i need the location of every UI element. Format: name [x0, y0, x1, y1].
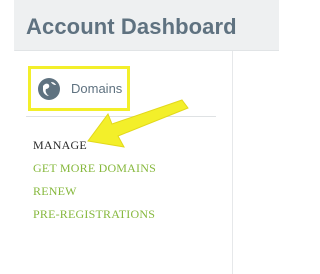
menu-item-pre-registrations[interactable]: PRE-REGISTRATIONS: [33, 203, 156, 226]
sidebar-divider: [232, 51, 233, 274]
domains-product-highlight[interactable]: Domains: [28, 66, 130, 111]
domains-label: Domains: [71, 81, 123, 96]
menu-item-renew[interactable]: RENEW: [33, 180, 156, 203]
domains-menu: MANAGE GET MORE DOMAINS RENEW PRE-REGIST…: [33, 134, 156, 226]
page-title: Account Dashboard: [26, 14, 237, 39]
dashboard-frame: Account Dashboard Domains MANAGE GET MOR…: [0, 0, 279, 274]
title-bar: Account Dashboard: [14, 0, 279, 51]
domains-globe-icon: [38, 78, 60, 100]
section-divider: [26, 116, 216, 117]
menu-item-get-more-domains[interactable]: GET MORE DOMAINS: [33, 157, 156, 180]
menu-item-manage[interactable]: MANAGE: [33, 134, 156, 157]
